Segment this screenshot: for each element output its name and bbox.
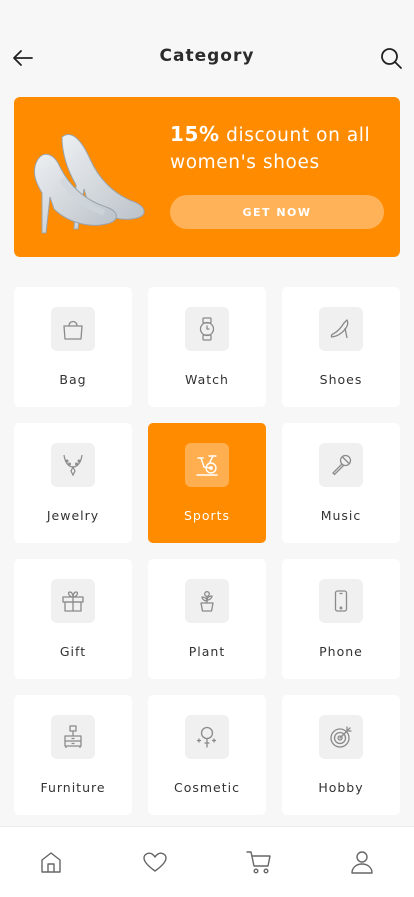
discount-percent: 15%: [170, 122, 220, 146]
category-label: Gift: [59, 644, 87, 659]
category-tile-bag[interactable]: Bag: [14, 287, 132, 407]
phone-icon: [334, 590, 348, 612]
category-tile-plant[interactable]: Plant: [148, 559, 266, 679]
category-grid: Bag Watch Shoes Jewelry Sports Music Gif…: [14, 287, 400, 815]
bottom-tab-bar: [0, 826, 414, 897]
category-label: Furniture: [40, 780, 106, 795]
category-tile-watch[interactable]: Watch: [148, 287, 266, 407]
necklace-icon: [63, 454, 83, 477]
category-tile-phone[interactable]: Phone: [282, 559, 400, 679]
microphone-icon: [332, 454, 352, 476]
category-tile-music[interactable]: Music: [282, 423, 400, 543]
category-tile-sports[interactable]: Sports: [148, 423, 266, 543]
user-icon: [351, 851, 373, 874]
category-tile-furniture[interactable]: Furniture: [14, 695, 132, 815]
nightstand-icon: [64, 725, 82, 748]
category-tile-gift[interactable]: Gift: [14, 559, 132, 679]
category-label: Shoes: [319, 372, 363, 387]
category-label: Watch: [185, 372, 229, 387]
category-tile-jewelry[interactable]: Jewelry: [14, 423, 132, 543]
banner-headline: 15% discount on all women's shoes: [170, 121, 390, 176]
cart-icon: [246, 851, 271, 874]
plant-icon: [200, 591, 214, 612]
category-label: Cosmetic: [173, 780, 240, 795]
category-label: Jewelry: [46, 508, 100, 523]
category-label: Music: [320, 508, 362, 523]
category-tile-shoes[interactable]: Shoes: [282, 287, 400, 407]
category-label: Hobby: [318, 780, 364, 795]
exercise-bike-icon: [196, 455, 218, 476]
category-tile-hobby[interactable]: Hobby: [282, 695, 400, 815]
category-label: Plant: [188, 644, 226, 659]
tab-home[interactable]: [36, 847, 66, 877]
search-icon: [381, 48, 402, 69]
category-label: Phone: [319, 644, 363, 659]
home-icon: [41, 852, 61, 873]
high-heel-shoes-image: [33, 134, 145, 234]
gift-icon: [62, 591, 84, 612]
tab-favorites[interactable]: [140, 847, 170, 877]
heart-icon: [143, 852, 167, 872]
get-now-button[interactable]: GET NOW: [170, 195, 384, 229]
promo-banner[interactable]: 15% discount on all women's shoes GET NO…: [14, 97, 400, 257]
mirror-icon: [196, 726, 217, 748]
category-label: Bag: [59, 372, 87, 387]
target-icon: [330, 726, 352, 748]
page-title: Category: [159, 46, 255, 66]
category-label: Sports: [183, 508, 231, 523]
tab-cart[interactable]: [244, 847, 274, 877]
category-tile-cosmetic[interactable]: Cosmetic: [148, 695, 266, 815]
search-button[interactable]: [378, 45, 404, 71]
bag-icon: [63, 320, 83, 340]
tab-profile[interactable]: [347, 847, 377, 877]
watch-icon: [199, 317, 215, 341]
shoe-icon: [330, 319, 349, 339]
